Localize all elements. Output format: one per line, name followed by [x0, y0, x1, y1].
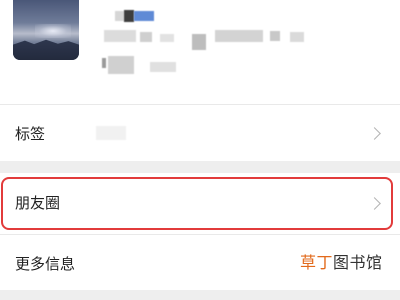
avatar-mountain: [13, 39, 79, 60]
section-gap: [0, 290, 400, 300]
profile-header: [0, 0, 400, 104]
chevron-right-icon: [368, 197, 381, 210]
avatar-sky: [35, 24, 71, 38]
watermark: 草丁图书馆: [300, 252, 383, 274]
tags-label: 标签: [15, 125, 46, 143]
watermark-text-dark: 图书馆: [333, 253, 383, 272]
contact-profile-screen: 标签 朋友圈 更多信息 草丁图书馆: [0, 0, 400, 300]
chevron-right-icon: [368, 127, 381, 140]
more-info-label: 更多信息: [15, 255, 76, 273]
avatar[interactable]: [13, 0, 79, 60]
watermark-text-orange: 草丁: [300, 253, 334, 272]
moments-label: 朋友圈: [15, 194, 61, 212]
moments-row[interactable]: 朋友圈: [0, 173, 400, 233]
tags-value-pixelated: [96, 126, 126, 140]
tags-row[interactable]: 标签: [0, 105, 400, 161]
section-gap: [0, 161, 400, 173]
